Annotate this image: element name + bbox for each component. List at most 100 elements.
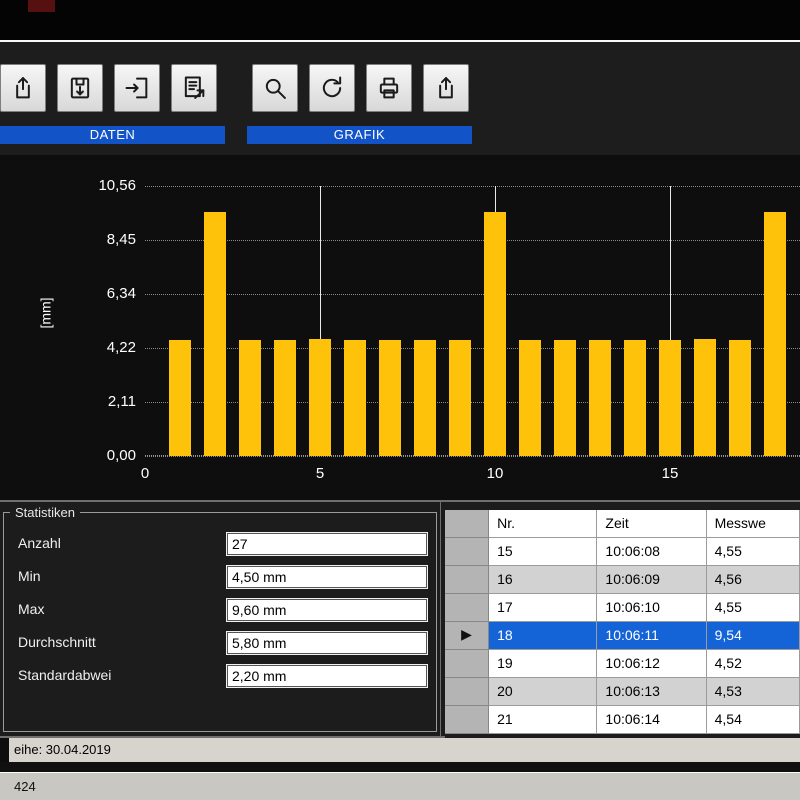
gridline-horizontal — [145, 456, 800, 457]
table-cell[interactable]: 10:06:14 — [597, 706, 706, 734]
panel-divider — [440, 502, 441, 736]
table-cell[interactable]: 10:06:08 — [597, 538, 706, 566]
stat-label-min: Min — [18, 568, 41, 584]
table-cell[interactable]: 4,55 — [707, 538, 800, 566]
save-arrow-down-icon — [66, 74, 94, 102]
chart-bar — [624, 340, 646, 456]
gridline-horizontal — [145, 186, 800, 187]
table-cell[interactable]: 10:06:13 — [597, 678, 706, 706]
toolbar-button-report[interactable] — [171, 64, 217, 112]
chart-bar — [589, 340, 611, 456]
table-row[interactable]: 1910:06:124,52 — [445, 650, 800, 678]
row-header[interactable] — [445, 706, 489, 734]
x-tick-label: 15 — [655, 465, 685, 482]
table-cell[interactable]: 4,52 — [707, 650, 800, 678]
toolbar-button-export-graphic[interactable] — [423, 64, 469, 112]
chart-bar — [379, 340, 401, 456]
stat-field-standardabwei[interactable] — [226, 664, 428, 688]
toolbar-group-daten: DATEN — [0, 42, 225, 145]
table-cell[interactable]: 10:06:12 — [597, 650, 706, 678]
grid-column-header-messwe[interactable]: Messwe — [707, 510, 800, 538]
table-row[interactable]: 1710:06:104,55 — [445, 594, 800, 622]
table-cell[interactable]: 18 — [489, 622, 597, 650]
bottom-status-text: 424 — [14, 779, 36, 794]
table-cell[interactable]: 19 — [489, 650, 597, 678]
gridline-horizontal — [145, 294, 800, 295]
y-axis-title: [mm] — [38, 297, 54, 328]
chart-bar — [694, 339, 716, 456]
table-cell[interactable]: 4,53 — [707, 678, 800, 706]
chart-bar — [414, 340, 436, 456]
table-cell[interactable]: 4,55 — [707, 594, 800, 622]
table-row[interactable]: ▶1810:06:119,54 — [445, 622, 800, 650]
row-header[interactable] — [445, 650, 489, 678]
chart-bar — [554, 340, 576, 456]
window-edge — [0, 738, 9, 762]
table-cell[interactable]: 15 — [489, 538, 597, 566]
printer-icon — [375, 74, 403, 102]
table-cell[interactable]: 10:06:09 — [597, 566, 706, 594]
grid-column-header-nr[interactable]: Nr. — [489, 510, 597, 538]
y-tick-label: 2,11 — [58, 393, 136, 410]
stat-field-anzahl[interactable] — [226, 532, 428, 556]
stat-label-standardabwei: Standardabwei — [18, 667, 111, 683]
data-grid: Nr.ZeitMesswe1510:06:084,551610:06:094,5… — [445, 510, 800, 738]
grid-column-header-zeit[interactable]: Zeit — [597, 510, 706, 538]
row-header[interactable] — [445, 538, 489, 566]
table-cell[interactable]: 9,54 — [707, 622, 800, 650]
chart-bar — [659, 340, 681, 456]
table-row[interactable]: 2010:06:134,53 — [445, 678, 800, 706]
stat-label-durchschnitt: Durchschnitt — [18, 634, 96, 650]
toolbar-button-row — [0, 64, 217, 112]
chart-bar — [239, 340, 261, 456]
chart-bar — [204, 212, 226, 456]
stat-label-anzahl: Anzahl — [18, 535, 61, 551]
table-cell[interactable]: 16 — [489, 566, 597, 594]
table-cell[interactable]: 4,56 — [707, 566, 800, 594]
toolbar-button-print[interactable] — [366, 64, 412, 112]
chart-bar — [764, 212, 786, 456]
chart-bar — [449, 340, 471, 456]
magnifier-icon — [261, 74, 289, 102]
gridline-horizontal — [145, 240, 800, 241]
table-row[interactable]: 1510:06:084,55 — [445, 538, 800, 566]
chart-bar — [344, 340, 366, 456]
measurement-app-window: DATENGRAFIK [mm] 10,568,456,344,222,110,… — [0, 0, 800, 800]
grid-header-row: Nr.ZeitMesswe — [445, 510, 800, 538]
table-cell[interactable]: 17 — [489, 594, 597, 622]
row-header[interactable] — [445, 566, 489, 594]
row-header[interactable] — [445, 678, 489, 706]
row-selection-marker[interactable]: ▶ — [445, 622, 489, 650]
table-cell[interactable]: 4,54 — [707, 706, 800, 734]
table-cell[interactable]: 21 — [489, 706, 597, 734]
chart-region: [mm] 10,568,456,344,222,110,00051015 — [0, 155, 800, 502]
toolbar-button-save-measurement[interactable] — [57, 64, 103, 112]
toolbar-group-grafik: GRAFIK — [247, 42, 472, 145]
chart-plot — [145, 186, 800, 456]
refresh-icon — [318, 74, 346, 102]
y-tick-label: 4,22 — [58, 339, 136, 356]
toolbar-button-refresh[interactable] — [309, 64, 355, 112]
stat-field-min[interactable] — [226, 565, 428, 589]
row-header[interactable] — [445, 594, 489, 622]
table-cell[interactable]: 10:06:11 — [597, 622, 706, 650]
chart-bar — [519, 340, 541, 456]
table-row[interactable]: 2110:06:144,54 — [445, 706, 800, 734]
table-cell[interactable]: 10:06:10 — [597, 594, 706, 622]
chart-bar — [169, 340, 191, 456]
x-tick-label: 0 — [130, 465, 160, 482]
bottom-region: Statistiken AnzahlMinMaxDurchschnittStan… — [0, 502, 800, 738]
table-cell[interactable]: 20 — [489, 678, 597, 706]
chart-bar — [729, 340, 751, 456]
toolbar: DATENGRAFIK — [0, 42, 800, 155]
toolbar-button-zoom[interactable] — [252, 64, 298, 112]
app-icon — [28, 0, 55, 12]
titlebar — [0, 0, 800, 40]
stat-field-durchschnitt[interactable] — [226, 631, 428, 655]
table-row[interactable]: 1610:06:094,56 — [445, 566, 800, 594]
toolbar-button-export-data[interactable] — [114, 64, 160, 112]
y-tick-label: 0,00 — [58, 447, 136, 464]
status-bar: eihe: 30.04.2019 — [0, 738, 800, 762]
toolbar-button-open-measurement[interactable] — [0, 64, 46, 112]
stat-field-max[interactable] — [226, 598, 428, 622]
